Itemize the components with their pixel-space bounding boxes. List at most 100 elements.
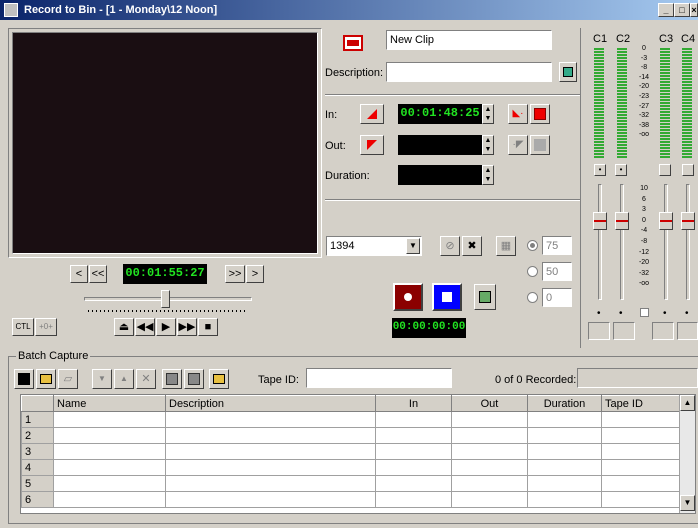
solo-c1-button[interactable]: •: [594, 164, 606, 176]
clear-in-icon: [534, 108, 546, 120]
go-to-in-button[interactable]: ◣·: [508, 104, 528, 124]
eraser-icon: ▱: [63, 373, 73, 385]
tape-id-input[interactable]: [306, 368, 452, 388]
duration-timecode[interactable]: [398, 165, 482, 185]
radio-50-value: 50: [542, 262, 572, 281]
fader-scale-label: 0: [642, 216, 646, 224]
in-timecode[interactable]: 00:01:48:25: [398, 104, 482, 124]
channel-c2-label: C2: [616, 33, 631, 45]
loop-button[interactable]: ⊘: [440, 236, 460, 256]
fader-c2-thumb[interactable]: [615, 212, 629, 230]
rewind-button[interactable]: ◀◀: [135, 318, 155, 336]
eject-button[interactable]: ⏏: [114, 318, 134, 336]
channel-c3-output[interactable]: [652, 322, 674, 340]
scale-label: -3: [640, 54, 648, 62]
mark-out-button[interactable]: [360, 135, 384, 155]
keyboard-button[interactable]: ▦: [496, 236, 516, 256]
device-dropdown-button[interactable]: ▼: [406, 238, 420, 254]
maximize-button[interactable]: □: [674, 3, 690, 17]
duration-spinner[interactable]: ▲ ▼: [482, 165, 494, 185]
scroll-down-button[interactable]: ▼: [680, 495, 695, 511]
channel-c1-output[interactable]: [588, 322, 610, 340]
move-up-button[interactable]: ▲: [114, 369, 134, 389]
fader-c2-track[interactable]: [620, 184, 624, 300]
row-number: 3: [21, 443, 54, 460]
batch-table[interactable]: Name Description In Out Duration Tape ID…: [20, 394, 696, 514]
stop-button[interactable]: ■: [198, 318, 218, 336]
table-row[interactable]: 3: [21, 443, 681, 460]
column-header-duration[interactable]: Duration: [527, 395, 602, 412]
solo-c2-button[interactable]: •: [615, 164, 627, 176]
move-down-button[interactable]: ▼: [92, 369, 112, 389]
radio-0[interactable]: [527, 292, 538, 303]
column-header-tape-id[interactable]: Tape ID: [601, 395, 681, 412]
channel-c4-output[interactable]: [677, 322, 698, 340]
fader-scale-label: -oo: [638, 280, 650, 288]
description-input[interactable]: [386, 62, 552, 82]
capture-all-button[interactable]: [184, 369, 204, 389]
recorded-status: 0 of 0 Recorded:: [495, 374, 577, 386]
stop-record-button[interactable]: [432, 283, 462, 311]
ctl-button[interactable]: CTL: [12, 318, 34, 336]
table-row[interactable]: 1: [21, 411, 681, 428]
step-fwd-ten-button[interactable]: >>: [225, 265, 245, 283]
solo-c4-button[interactable]: [682, 164, 694, 176]
target-bin-button[interactable]: [474, 284, 496, 310]
fader-c1-track[interactable]: [598, 184, 602, 300]
table-scrollbar[interactable]: ▲ ▼: [679, 395, 695, 513]
ctl-offset-button[interactable]: +0+: [35, 318, 57, 336]
column-header-out[interactable]: Out: [451, 395, 528, 412]
step-back-button[interactable]: <: [70, 265, 88, 283]
capture-selected-button[interactable]: [162, 369, 182, 389]
solo-c3-button[interactable]: [659, 164, 671, 176]
out-timecode[interactable]: [398, 135, 482, 155]
position-slider-thumb[interactable]: [161, 290, 170, 308]
minimize-button[interactable]: _: [658, 3, 674, 17]
save-batch-button[interactable]: [14, 369, 34, 389]
tools-button[interactable]: ✖: [462, 236, 482, 256]
stop-record-icon: [442, 292, 452, 302]
clip-name-input[interactable]: New Clip: [386, 30, 552, 50]
fader-c3-track[interactable]: [664, 184, 668, 300]
link-dot-c4: •: [685, 308, 689, 319]
radio-50[interactable]: [527, 266, 538, 277]
play-button[interactable]: ▶: [156, 318, 176, 336]
table-row[interactable]: 4: [21, 459, 681, 476]
description-edit-button[interactable]: [559, 62, 577, 82]
scale-label: -23: [638, 92, 650, 100]
clear-out-button[interactable]: [530, 135, 550, 155]
step-fwd-button[interactable]: >: [246, 265, 264, 283]
recorded-progress: [577, 368, 698, 388]
mark-in-button[interactable]: [360, 104, 384, 124]
column-header-in[interactable]: In: [375, 395, 452, 412]
radio-75[interactable]: [527, 240, 538, 251]
record-button[interactable]: [393, 283, 423, 311]
description-label: Description:: [325, 67, 384, 79]
fader-scale-label: 6: [642, 195, 646, 203]
go-to-out-button[interactable]: ·◤: [508, 135, 528, 155]
in-spinner[interactable]: ▲ ▼: [482, 104, 494, 124]
audio-divider: [580, 28, 581, 348]
column-header-description[interactable]: Description: [165, 395, 376, 412]
clear-in-button[interactable]: [530, 104, 550, 124]
close-button[interactable]: ×: [690, 3, 698, 17]
fader-c3-thumb[interactable]: [659, 212, 673, 230]
table-row[interactable]: 6: [21, 491, 681, 508]
fast-forward-button[interactable]: ▶▶: [177, 318, 197, 336]
channel-c2-output[interactable]: [613, 322, 635, 340]
link-checkbox[interactable]: [640, 308, 649, 317]
out-spinner[interactable]: ▲ ▼: [482, 135, 494, 155]
log-button[interactable]: [209, 369, 229, 389]
scroll-up-button[interactable]: ▲: [680, 395, 695, 411]
table-row[interactable]: 5: [21, 475, 681, 492]
column-header-name[interactable]: Name: [53, 395, 166, 412]
step-back-ten-button[interactable]: <<: [89, 265, 107, 283]
player-timecode: 00:01:55:27: [123, 264, 207, 284]
table-row[interactable]: 2: [21, 427, 681, 444]
open-batch-button[interactable]: [36, 369, 56, 389]
fader-c4-thumb[interactable]: [681, 212, 695, 230]
erase-batch-button[interactable]: ▱: [58, 369, 78, 389]
fader-c4-track[interactable]: [686, 184, 690, 300]
delete-row-button[interactable]: ✕: [136, 369, 156, 389]
fader-c1-thumb[interactable]: [593, 212, 607, 230]
